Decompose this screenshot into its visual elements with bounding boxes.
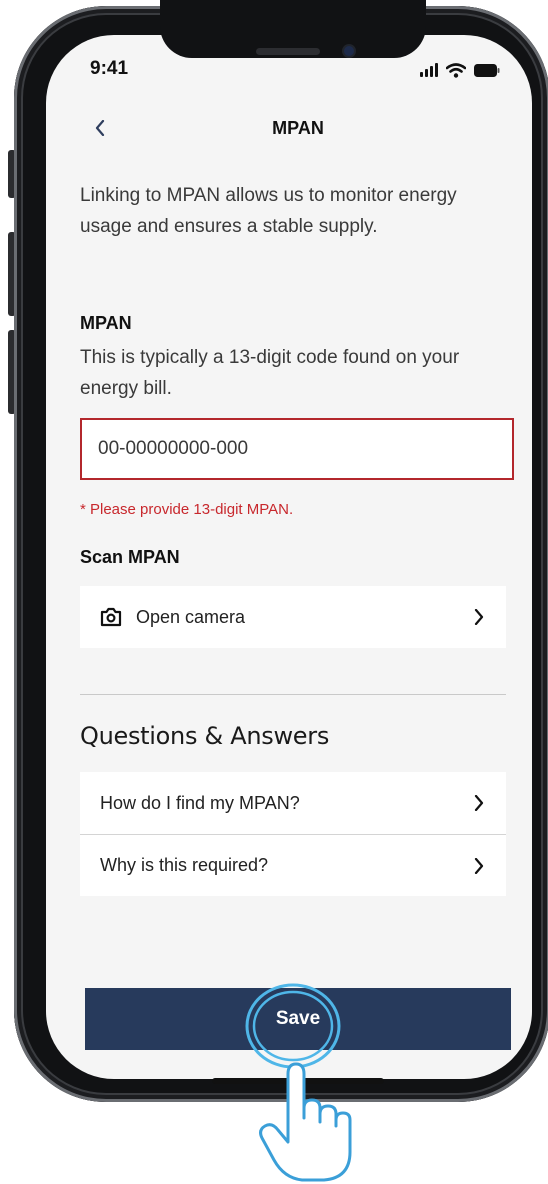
mpan-error-message: * Please provide 13-digit MPAN. (80, 501, 294, 518)
qa-item-find-mpan[interactable]: How do I find my MPAN? (80, 772, 506, 834)
home-indicator (212, 1078, 384, 1084)
qa-item-why-required[interactable]: Why is this required? (80, 834, 506, 896)
open-camera-label: Open camera (136, 606, 246, 627)
mpan-input[interactable] (80, 418, 514, 480)
page-title: MPAN (272, 118, 324, 138)
save-button[interactable]: Save (85, 988, 511, 1050)
section-divider (80, 694, 506, 695)
chevron-right-icon (474, 857, 484, 874)
qa-card: How do I find my MPAN? Why is this requi… (80, 772, 506, 896)
signal-icon (420, 63, 438, 77)
qa-item-label: How do I find my MPAN? (100, 792, 300, 813)
wifi-icon (446, 62, 466, 78)
qa-section-title: Questions & Answers (80, 722, 330, 750)
chevron-right-icon (474, 795, 484, 811)
open-camera-row[interactable]: Open camera (80, 586, 506, 648)
mpan-hint: This is typically a 13-digit code found … (80, 347, 460, 399)
front-camera (344, 46, 354, 56)
camera-icon (100, 607, 122, 627)
back-button[interactable] (86, 114, 114, 142)
chevron-right-icon (474, 609, 484, 625)
status-time: 9:41 (90, 58, 129, 79)
chevron-left-icon (95, 120, 105, 136)
scan-card: Open camera (80, 586, 506, 648)
qa-item-label: Why is this required? (100, 855, 269, 875)
battery-icon (474, 63, 500, 77)
speaker-grille (256, 48, 320, 55)
status-icons (420, 60, 500, 80)
stage: 9:41 MPAN Linking to MPAN allows us to m… (0, 0, 548, 1184)
intro-text: Linking to MPAN allows us to monitor ene… (80, 185, 457, 237)
scan-mpan-label: Scan MPAN (80, 547, 180, 567)
mpan-label: MPAN (80, 313, 132, 333)
